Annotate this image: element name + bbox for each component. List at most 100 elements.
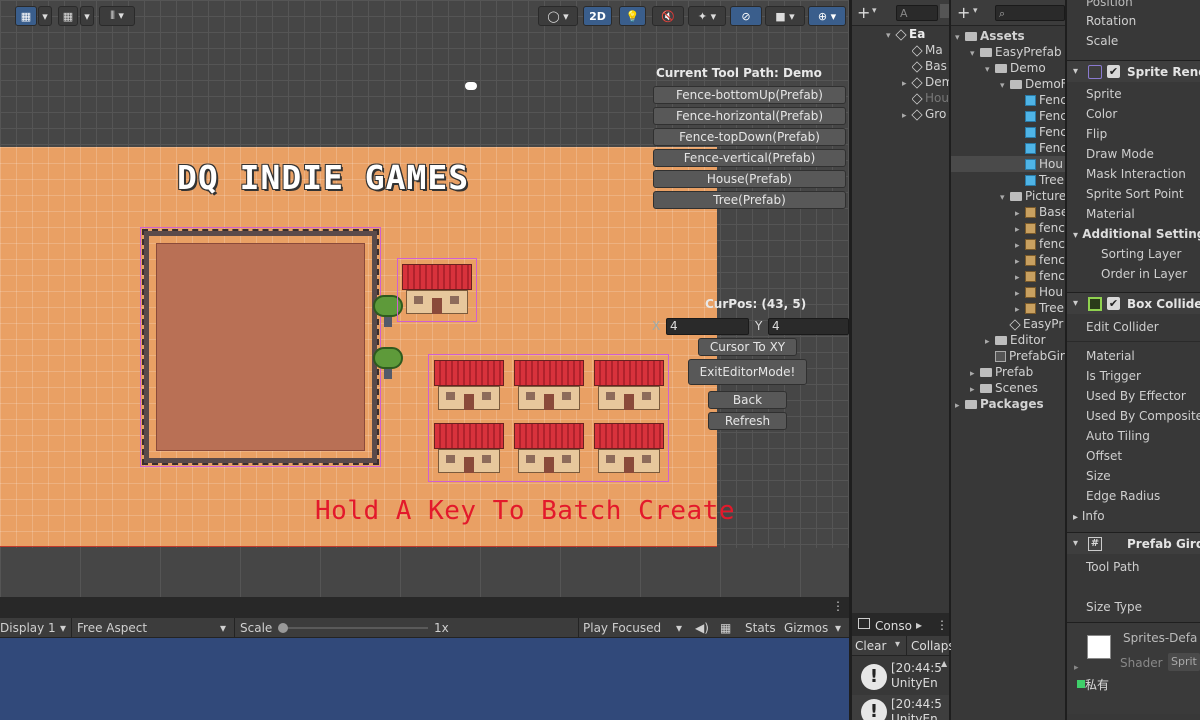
camera-icon[interactable]: ■ ▾: [765, 6, 805, 26]
hierarchy-item[interactable]: ▸ Dem: [902, 74, 949, 90]
mode-2d-button[interactable]: 2D: [583, 6, 612, 26]
box-collider-header[interactable]: ▾ ✔ Box Collider: [1067, 292, 1200, 314]
chevron-right-icon[interactable]: ▸: [1015, 254, 1025, 268]
sprite-renderer-header[interactable]: ▾ ✔ Sprite Rende: [1067, 60, 1200, 82]
project-search-input[interactable]: ⌕: [995, 5, 1065, 21]
project-item[interactable]: Fenc: [1015, 140, 1065, 156]
prefab-button-fence-horizontal[interactable]: Fence-horizontal(Prefab): [653, 107, 846, 125]
hierarchy-item[interactable]: Bas: [912, 58, 949, 74]
chevron-down-icon[interactable]: ▾: [985, 62, 995, 76]
tree-sprite[interactable]: [373, 347, 403, 381]
stats-button[interactable]: Stats: [745, 620, 776, 636]
house-sprite[interactable]: [398, 260, 476, 320]
edit-collider-button[interactable]: Edit Collider: [1086, 319, 1159, 335]
project-item[interactable]: Fenc: [1015, 124, 1065, 140]
project-item[interactable]: ▸ Editor: [985, 332, 1065, 348]
shading-mode-icon[interactable]: ◯ ▾: [538, 6, 578, 26]
project-item[interactable]: ▸ Scenes: [970, 380, 1065, 396]
project-item[interactable]: ▾ EasyPrefab: [970, 44, 1065, 60]
chevron-down-icon[interactable]: ▾: [1000, 78, 1010, 92]
x-input[interactable]: 4: [666, 318, 749, 335]
lighting-icon[interactable]: 💡: [619, 6, 646, 26]
audio-mute-icon[interactable]: 🔇: [652, 6, 684, 26]
refresh-button[interactable]: Refresh: [708, 412, 787, 430]
frame-debugger-icon[interactable]: ▦: [720, 620, 731, 636]
chevron-right-icon[interactable]: ▸: [916, 618, 922, 632]
chevron-right-icon[interactable]: ▸: [985, 334, 995, 348]
gizmos-icon[interactable]: ⊕ ▾: [808, 6, 846, 26]
project-item[interactable]: Tree: [1015, 172, 1065, 188]
chevron-down-icon[interactable]: ▾: [835, 620, 841, 636]
prefab-button-fence-topdown[interactable]: Fence-topDown(Prefab): [653, 128, 846, 146]
shader-select[interactable]: Sprit: [1168, 653, 1200, 671]
chevron-down-icon[interactable]: ▾: [970, 46, 980, 60]
chevron-right-icon[interactable]: ▸: [1074, 663, 1079, 673]
hidden-objects-icon[interactable]: ⊘: [730, 6, 762, 26]
chevron-down-icon[interactable]: ▾: [80, 6, 94, 26]
audio-icon[interactable]: ◀): [695, 620, 709, 636]
chevron-down-icon[interactable]: ▾: [676, 620, 682, 636]
project-item[interactable]: ▸ fenc: [1015, 220, 1065, 236]
project-item[interactable]: ▸ Tree: [1015, 300, 1065, 316]
play-focused-select[interactable]: Play Focused: [583, 620, 661, 636]
chevron-down-icon[interactable]: ▾: [1000, 190, 1010, 204]
chevron-right-icon[interactable]: ▸: [1015, 238, 1025, 252]
chevron-down-icon[interactable]: ▾: [1073, 293, 1078, 315]
game-view[interactable]: [0, 638, 849, 720]
hierarchy-item[interactable]: Ma: [912, 42, 949, 58]
cursor-to-xy-button[interactable]: Cursor To XY: [698, 338, 797, 356]
grid-visibility-icon[interactable]: ▦: [58, 6, 78, 26]
project-item[interactable]: EasyPr: [1000, 316, 1065, 332]
house-sprite[interactable]: [430, 356, 508, 416]
hierarchy-item[interactable]: ▾ Ea: [886, 26, 949, 42]
project-item[interactable]: ▾ DemoF: [1000, 76, 1065, 92]
more-options-icon[interactable]: ⋮: [936, 618, 948, 632]
house-sprite[interactable]: [510, 356, 588, 416]
prefab-grid-header[interactable]: ▾ # Prefab Gird: [1067, 532, 1200, 554]
console-entry[interactable]: ! [20:44:5 UnityEn: [852, 695, 949, 720]
prefab-button-fence-bottomup[interactable]: Fence-bottomUp(Prefab): [653, 86, 846, 104]
effects-icon[interactable]: ✦ ▾: [688, 6, 726, 26]
info-foldout[interactable]: ▸ Info: [1073, 508, 1105, 524]
house-sprite[interactable]: [590, 419, 668, 479]
search-clear-icon[interactable]: [940, 4, 949, 18]
project-item[interactable]: Fenc: [1015, 92, 1065, 108]
chevron-right-icon[interactable]: ▸: [970, 382, 980, 396]
chevron-right-icon[interactable]: ▸: [955, 398, 965, 412]
project-item[interactable]: ▸ Packages: [955, 396, 1065, 412]
aspect-select[interactable]: Free Aspect: [77, 620, 147, 636]
chevron-down-icon[interactable]: ▾: [38, 6, 52, 26]
enabled-checkbox[interactable]: ✔: [1107, 297, 1120, 310]
hierarchy-item[interactable]: ▸ Gro: [902, 106, 949, 122]
project-item[interactable]: ▸ Hou: [1015, 284, 1065, 300]
chevron-right-icon[interactable]: ▸: [1015, 222, 1025, 236]
chevron-down-icon[interactable]: ▾: [1073, 533, 1078, 555]
chevron-right-icon[interactable]: ▸: [1015, 270, 1025, 284]
chevron-right-icon[interactable]: ▸: [1015, 302, 1025, 316]
console-tab[interactable]: Conso: [875, 619, 912, 633]
exit-editor-mode-button[interactable]: ExitEditorMode!: [688, 359, 807, 385]
scale-slider-handle[interactable]: [278, 623, 288, 633]
chevron-down-icon[interactable]: ▾: [895, 639, 900, 650]
project-item[interactable]: ▸ fenc: [1015, 268, 1065, 284]
chevron-down-icon[interactable]: ▾: [60, 620, 66, 636]
add-icon[interactable]: +: [857, 3, 870, 22]
hierarchy-item[interactable]: Hou: [912, 90, 949, 106]
project-item[interactable]: ▸ fenc: [1015, 236, 1065, 252]
checkbox-icon[interactable]: [1077, 680, 1085, 688]
scale-slider-track[interactable]: [282, 627, 428, 629]
scene-view[interactable]: ▦ ▾ ▦ ▾ ⦀ ▾ ◯ ▾ 2D 💡 🔇 ✦ ▾ ⊘ ■ ▾ ⊕ ▾ DQ …: [0, 0, 849, 597]
house-sprite[interactable]: [430, 419, 508, 479]
collapse-button[interactable]: Collaps: [911, 639, 955, 653]
project-item[interactable]: ▸ fenc: [1015, 252, 1065, 268]
project-item[interactable]: ▸ Base: [1015, 204, 1065, 220]
clear-button[interactable]: Clear: [855, 639, 886, 653]
add-icon[interactable]: +: [957, 3, 970, 22]
prefab-button-fence-vertical[interactable]: Fence-vertical(Prefab): [653, 149, 846, 167]
scroll-up-icon[interactable]: ▲: [941, 659, 947, 668]
more-options-icon[interactable]: ⋮: [832, 599, 844, 613]
project-item[interactable]: Hou: [951, 156, 1065, 172]
additional-settings-foldout[interactable]: ▾ Additional Settings: [1073, 226, 1200, 242]
project-item[interactable]: Fenc: [1015, 108, 1065, 124]
chevron-right-icon[interactable]: ▸: [1015, 286, 1025, 300]
